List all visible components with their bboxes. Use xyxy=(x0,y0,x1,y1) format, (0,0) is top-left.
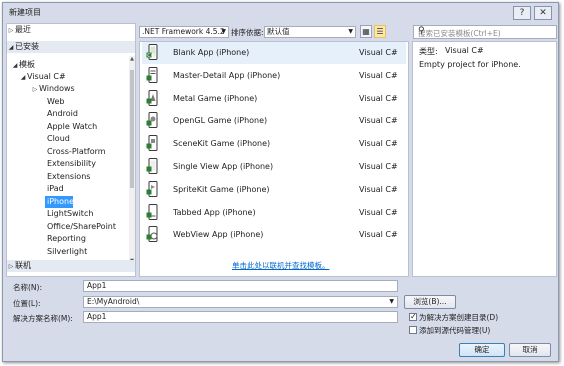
iphone-app-icon xyxy=(146,180,158,197)
expand-arrow-icon[interactable]: ▷ xyxy=(7,261,15,273)
template-item-metal-game[interactable]: Metal Game (iPhone) Visual C# xyxy=(142,88,406,110)
tree-item-reporting[interactable]: Reporting xyxy=(7,233,135,245)
online-templates-link[interactable]: 单击此处以联机并查找模板。 xyxy=(232,260,330,271)
tree-item-office-sharepoint[interactable]: Office/SharePoint xyxy=(7,221,135,233)
location-label: 位置(L): xyxy=(13,299,41,308)
search-icon[interactable]: ⚲ xyxy=(418,26,553,36)
tree-item-cloud[interactable]: Cloud xyxy=(7,133,135,145)
tree-item-apple-watch[interactable]: Apple Watch xyxy=(7,121,135,133)
tree-item-android[interactable]: Android xyxy=(7,108,135,120)
name-label: 名称(N): xyxy=(13,283,42,292)
tree-item-templates[interactable]: ◢ 模板 xyxy=(7,59,135,71)
tree-item-silverlight[interactable]: Silverlight xyxy=(7,246,135,258)
expand-arrow-icon[interactable]: ▷ xyxy=(7,25,15,37)
template-item-tabbed-app[interactable]: Tabbed App (iPhone) Visual C# xyxy=(142,202,406,224)
iphone-app-icon xyxy=(146,203,158,220)
ok-button[interactable]: 确定 xyxy=(459,343,505,357)
browse-button[interactable]: 浏览(B)... xyxy=(404,295,456,309)
iphone-app-icon xyxy=(146,135,158,152)
tree-item-web[interactable]: Web xyxy=(7,96,135,108)
scroll-up-icon[interactable]: ▲ xyxy=(129,56,135,62)
tree-item-online[interactable]: ▷ 联机 xyxy=(7,260,135,272)
tree-item-installed[interactable]: ◢ 已安装 xyxy=(7,41,135,53)
grid-icon: ▦ xyxy=(362,27,370,36)
tree-item-ipad[interactable]: iPad xyxy=(7,183,135,195)
tree-item-windows[interactable]: ▷ Windows xyxy=(7,83,135,96)
iphone-app-icon: C# xyxy=(146,44,158,60)
type-label: 类型: xyxy=(419,47,438,56)
iphone-app-icon xyxy=(146,226,158,243)
iphone-app-icon xyxy=(146,89,158,106)
add-source-control-checkbox[interactable] xyxy=(409,326,417,334)
tree-item-visual-csharp[interactable]: ◢ Visual C# xyxy=(7,71,135,83)
name-input[interactable]: App1 xyxy=(83,280,398,292)
svg-text:C#: C# xyxy=(147,53,155,59)
add-source-control-label: 添加到源代码管理(U) xyxy=(419,326,491,335)
dropdown-arrow-icon: ▼ xyxy=(348,28,353,35)
tree-scrollbar[interactable]: ▲ ▼ xyxy=(129,56,135,264)
category-tree: ▷ 最近 ◢ 已安装 ◢ 模板 ◢ Visual C# ▷ Windows Web And… xyxy=(6,23,136,277)
dropdown-arrow-icon: ▼ xyxy=(221,28,226,35)
project-form: 名称(N): App1 位置(L): E:\MyAndroid\ ▼ 浏览(B).… xyxy=(3,277,558,361)
sort-dropdown[interactable]: 默认值 ▼ xyxy=(264,26,356,38)
sort-label: 排序依据: xyxy=(231,28,264,37)
tree-item-lightswitch[interactable]: LightSwitch xyxy=(7,208,135,220)
template-item-webview-app[interactable]: WebView App (iPhone) Visual C# xyxy=(142,224,406,246)
location-input[interactable]: E:\MyAndroid\ ▼ xyxy=(83,296,398,308)
collapse-arrow-icon[interactable]: ◢ xyxy=(7,42,15,54)
solution-name-input[interactable]: App1 xyxy=(83,311,398,323)
template-item-master-detail-app[interactable]: Master-Detail App (iPhone) Visual C# xyxy=(142,65,406,87)
template-details: 类型: Visual C# Empty project for iPhone. xyxy=(412,41,557,277)
tree-item-recent[interactable]: ▷ 最近 xyxy=(7,24,135,36)
list-icon: ☰ xyxy=(376,27,384,36)
window-title: 新建项目 xyxy=(9,8,41,17)
close-button[interactable]: ✕ xyxy=(534,6,552,20)
template-item-scenekit-game[interactable]: SceneKit Game (iPhone) Visual C# xyxy=(142,133,406,155)
tree-item-cross-platform[interactable]: Cross-Platform xyxy=(7,146,135,158)
small-icons-view-button[interactable]: ▦ xyxy=(360,25,372,38)
iphone-app-icon xyxy=(146,66,158,83)
dropdown-arrow-icon[interactable]: ▼ xyxy=(389,297,394,307)
tree-item-extensions[interactable]: Extensions xyxy=(7,171,135,183)
iphone-app-icon xyxy=(146,158,158,174)
search-input[interactable]: 搜索已安装模板(Ctrl+E) ⚲ xyxy=(413,25,557,39)
expand-arrow-icon[interactable]: ▷ xyxy=(31,84,39,96)
framework-dropdown[interactable]: .NET Framework 4.5.2 ▼ xyxy=(139,26,229,38)
template-list: C# Blank App (iPhone) Visual C# Master-D… xyxy=(139,41,409,277)
template-item-single-view-app[interactable]: Single View App (iPhone) Visual C# xyxy=(142,156,406,178)
create-directory-label: 为解决方案创建目录(D) xyxy=(419,313,499,322)
new-project-dialog: 新建项目 ? ✕ ▷ 最近 ◢ 已安装 ◢ 模板 ◢ Visual C# ▷ Window… xyxy=(2,2,559,362)
iphone-app-icon xyxy=(146,112,158,129)
tree-item-iphone[interactable]: iPhone xyxy=(45,195,74,208)
scroll-thumb[interactable] xyxy=(130,70,134,188)
template-item-spritekit-game[interactable]: SpriteKit Game (iPhone) Visual C# xyxy=(142,179,406,201)
solution-name-label: 解决方案名称(M): xyxy=(13,314,73,323)
create-directory-checkbox[interactable]: ✓ xyxy=(409,313,417,321)
template-item-blank-app[interactable]: C# Blank App (iPhone) Visual C# xyxy=(142,42,406,64)
type-value: Visual C# xyxy=(445,46,484,55)
template-description: Empty project for iPhone. xyxy=(419,60,521,69)
cancel-button[interactable]: 取消 xyxy=(509,343,551,357)
tree-item-extensibility[interactable]: Extensibility xyxy=(7,158,135,170)
list-view-button[interactable]: ☰ xyxy=(374,25,386,38)
help-button[interactable]: ? xyxy=(513,6,531,20)
title-bar: 新建项目 ? ✕ xyxy=(3,3,558,23)
template-item-opengl-game[interactable]: OpenGL Game (iPhone) Visual C# xyxy=(142,110,406,132)
